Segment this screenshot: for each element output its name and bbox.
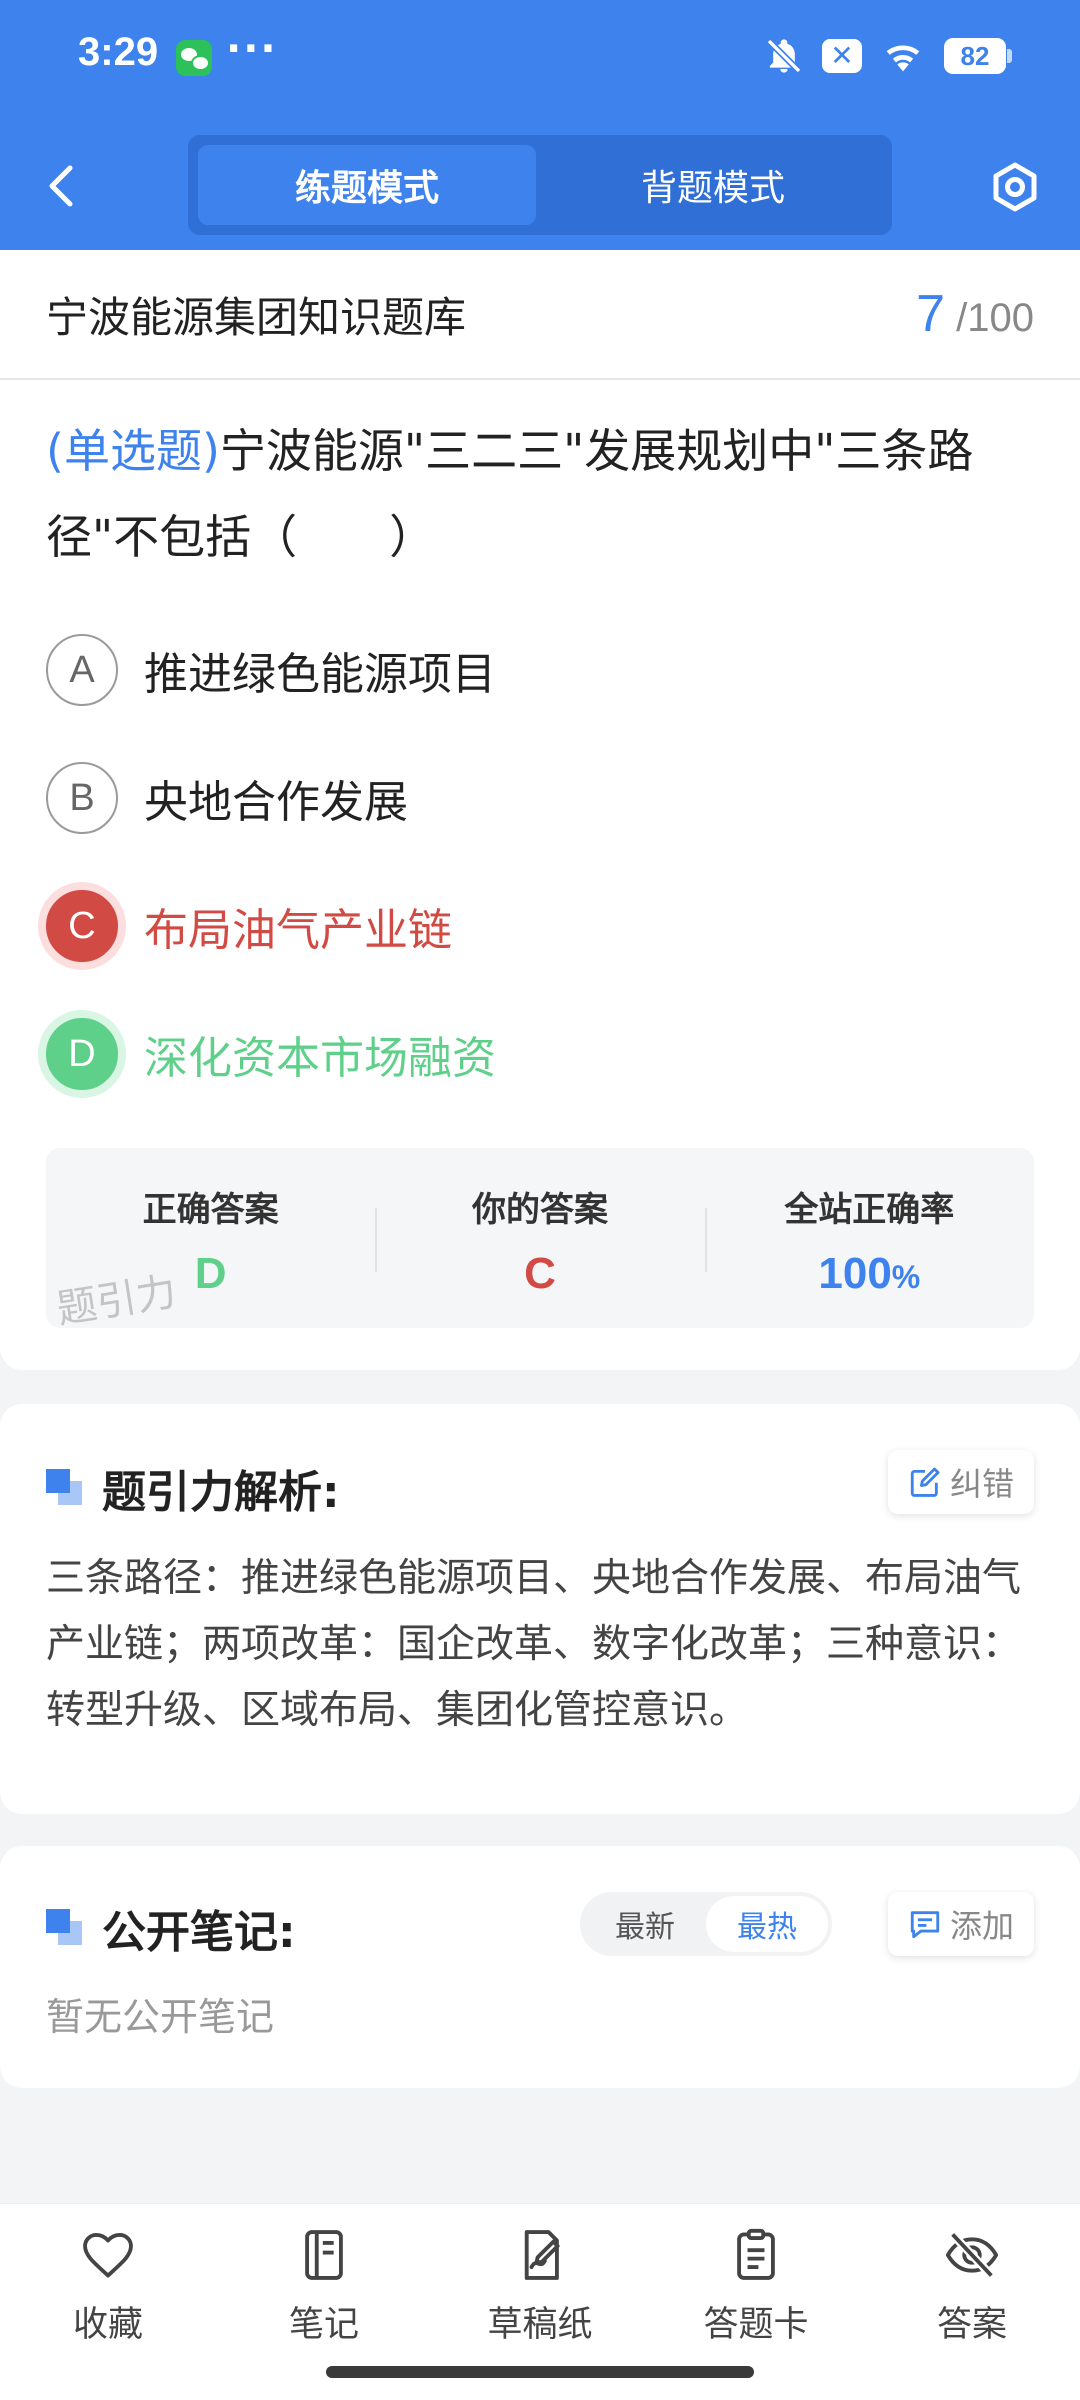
status-bar: 3:29 ··· ✕ 82	[0, 0, 1080, 118]
question-stem: (单选题)宁波能源"三二三"发展规划中"三条路径"不包括（ ）	[0, 380, 1080, 580]
edit-icon	[910, 1467, 940, 1497]
comment-icon	[910, 1911, 940, 1939]
battery-indicator: 82	[944, 38, 1012, 74]
eye-off-icon	[945, 2231, 999, 2279]
section-squares-icon	[46, 1909, 84, 1947]
wechat-icon	[176, 40, 212, 76]
your-answer-cell: 你的答案 C	[375, 1148, 704, 1328]
status-icons: ✕ 82	[764, 36, 1012, 76]
nav-notes[interactable]: 笔记	[216, 2204, 432, 2374]
wifi-icon	[886, 45, 920, 72]
nav-answer-card-label: 答题卡	[703, 2305, 809, 2345]
option-letter: A	[46, 634, 118, 706]
nav-draft-paper[interactable]: 草稿纸	[432, 2204, 648, 2374]
analysis-text: 三条路径：推进绿色能源项目、央地合作发展、布局油气产业链；两项改革：国企改革、数…	[46, 1556, 1022, 1733]
answer-summary: 正确答案 D 题引力 你的答案 C 全站正确率 100%	[46, 1148, 1034, 1333]
more-notifications-icon: ···	[226, 26, 278, 72]
bank-header: 宁波能源集团知识题库 7 /100	[0, 250, 1080, 380]
settings-icon[interactable]	[988, 160, 1042, 214]
option-text: 央地合作发展	[144, 777, 408, 828]
nav-favorite-label: 收藏	[72, 2305, 143, 2345]
question-type: (单选题)	[46, 424, 220, 478]
report-error-button[interactable]: 纠错	[887, 1450, 1034, 1514]
x-notification-icon: ✕	[822, 39, 862, 73]
bank-title: 宁波能源集团知识题库	[46, 292, 467, 342]
accuracy-rate-label: 全站正确率	[784, 1190, 955, 1230]
report-error-label: 纠错	[949, 1465, 1014, 1503]
option-b[interactable]: B 央地合作发展	[46, 734, 1034, 862]
nav-show-answer[interactable]: 答案	[864, 2204, 1080, 2374]
home-indicator[interactable]	[326, 2366, 754, 2378]
option-text: 深化资本市场融资	[144, 1033, 496, 1084]
notebook-icon	[305, 2230, 343, 2280]
correct-answer-cell: 正确答案 D 题引力	[46, 1148, 375, 1333]
option-letter: C	[46, 890, 118, 962]
notes-sort-tabs: 最新 最热	[580, 1892, 832, 1956]
accuracy-rate-value: 100%	[705, 1249, 1034, 1299]
bottom-toolbar: 收藏 笔记 草稿纸 答题卡 答案	[0, 2204, 1080, 2400]
option-letter: D	[46, 1018, 118, 1090]
nav-show-answer-label: 答案	[936, 2305, 1007, 2345]
option-c[interactable]: C 布局油气产业链	[46, 862, 1034, 990]
accuracy-rate-number: 100	[818, 1249, 892, 1298]
option-a[interactable]: A 推进绿色能源项目	[46, 606, 1034, 734]
current-number: 7	[916, 285, 945, 343]
public-notes-card: 公开笔记: 最新 最热 添加 暂无公开笔记	[0, 1846, 1080, 2088]
app-header: 3:29 ··· ✕ 82 练题模式 背题模式	[0, 0, 1080, 250]
nav-answer-card[interactable]: 答题卡	[648, 2204, 864, 2374]
answer-card-icon	[737, 2228, 775, 2280]
nav-favorite[interactable]: 收藏	[0, 2204, 216, 2374]
back-arrow-icon[interactable]	[40, 158, 84, 214]
your-answer-value: C	[524, 1249, 556, 1298]
tab-latest[interactable]: 最新	[584, 1896, 706, 1952]
add-note-label: 添加	[949, 1907, 1014, 1945]
counter-separator: /	[956, 296, 968, 340]
notes-header: 公开笔记:	[46, 1896, 296, 1960]
add-note-button[interactable]: 添加	[887, 1892, 1034, 1956]
question-counter: 7 /100	[916, 284, 1034, 344]
option-letter: B	[46, 762, 118, 834]
total-number: 100	[967, 296, 1034, 340]
tab-recite-mode[interactable]: 背题模式	[544, 145, 882, 225]
notes-title: 公开笔记:	[102, 1907, 296, 1958]
analysis-header: 题引力解析:	[46, 1456, 340, 1520]
tab-practice-mode[interactable]: 练题模式	[198, 145, 536, 225]
accuracy-rate-unit: %	[891, 1259, 921, 1295]
option-d[interactable]: D 深化资本市场融资	[46, 990, 1034, 1118]
heart-icon	[83, 2233, 133, 2278]
section-squares-icon	[46, 1469, 84, 1507]
analysis-title: 题引力解析:	[102, 1467, 340, 1518]
tab-hottest[interactable]: 最热	[706, 1896, 828, 1952]
analysis-card: 题引力解析: 纠错 三条路径：推进绿色能源项目、央地合作发展、布局油气产业链；两…	[0, 1404, 1080, 1814]
mode-switch: 练题模式 背题模式	[188, 135, 892, 235]
correct-answer-label: 正确答案	[142, 1190, 279, 1230]
nav-draft-paper-label: 草稿纸	[487, 2305, 593, 2345]
question-card: 宁波能源集团知识题库 7 /100 (单选题)宁波能源"三二三"发展规划中"三条…	[0, 250, 1080, 1370]
bell-off-icon	[766, 38, 802, 74]
your-answer-label: 你的答案	[471, 1190, 608, 1230]
status-time: 3:29	[78, 30, 159, 74]
bottom-nav: 收藏 笔记 草稿纸 答题卡 答案	[0, 2204, 1080, 2374]
draft-paper-icon	[524, 2230, 560, 2280]
option-text: 布局油气产业链	[144, 905, 452, 956]
notes-empty-text: 暂无公开笔记	[46, 1995, 275, 2039]
option-list: A 推进绿色能源项目 B 央地合作发展 C 布局油气产业链 D 深化资本市场融资	[0, 606, 1080, 1118]
option-text: 推进绿色能源项目	[144, 649, 496, 700]
accuracy-rate-cell: 全站正确率 100%	[704, 1148, 1034, 1328]
nav-notes-label: 笔记	[288, 2305, 359, 2345]
